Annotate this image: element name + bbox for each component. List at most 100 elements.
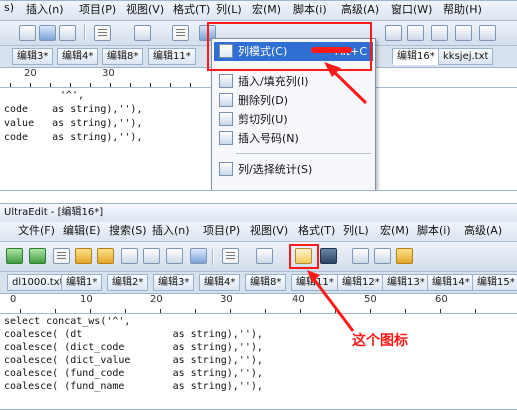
menu-item-project[interactable]: 项目(P) bbox=[77, 1, 118, 17]
tab-edit8[interactable]: 编辑8* bbox=[245, 274, 287, 291]
ruler-tick bbox=[110, 83, 111, 87]
clipboard-icon[interactable] bbox=[396, 248, 413, 264]
menu-item-edit[interactable]: 编辑(E) bbox=[61, 222, 103, 238]
ruler-tick bbox=[300, 309, 301, 313]
forward-icon[interactable] bbox=[29, 248, 46, 264]
document-icon[interactable] bbox=[222, 248, 239, 264]
find-icon[interactable] bbox=[385, 25, 402, 41]
print-icon[interactable] bbox=[19, 25, 36, 41]
menu-item-insert[interactable]: 插入(n) bbox=[150, 222, 192, 238]
menu-item-view[interactable]: 视图(V) bbox=[248, 222, 290, 238]
menu-cut-column[interactable]: 剪切列(U) bbox=[214, 110, 373, 129]
copy-icon[interactable] bbox=[374, 248, 391, 264]
back-icon[interactable] bbox=[6, 248, 23, 264]
menu-item-macro[interactable]: 宏(M) bbox=[250, 1, 283, 17]
tab-edit3[interactable]: 编辑3* bbox=[12, 48, 54, 65]
column-icon-highlight bbox=[289, 244, 319, 269]
tab-dl1000[interactable]: dl1000.txt bbox=[7, 274, 69, 291]
ruler-tick bbox=[20, 309, 21, 313]
column-mode-icon[interactable] bbox=[172, 25, 189, 41]
tab-edit11[interactable]: 编辑11* bbox=[148, 48, 196, 65]
open-file-icon[interactable] bbox=[97, 248, 114, 264]
insert-column-icon bbox=[219, 74, 233, 88]
tab-edit16[interactable]: 编辑16* bbox=[392, 48, 440, 65]
tab-edit12[interactable]: 编辑12* bbox=[337, 274, 385, 291]
tab-edit2[interactable]: 编辑2* bbox=[107, 274, 149, 291]
window-icon[interactable] bbox=[479, 25, 496, 41]
bottom-code-area[interactable]: select concat_ws('^', coalesce( (dt as s… bbox=[0, 314, 517, 409]
ruler-tick bbox=[90, 309, 91, 313]
bottom-screenshot-panel: UltraEdit - [编辑16*] 文件(F) 编辑(E) 搜索(S) 插入… bbox=[0, 203, 517, 410]
menu-item-format[interactable]: 格式(T) bbox=[171, 1, 212, 17]
open-folder-icon[interactable] bbox=[75, 248, 92, 264]
printer-setup-icon[interactable] bbox=[190, 248, 207, 264]
bottom-toolbar: return_item bbox=[0, 242, 517, 304]
code-line: coalesce( (fund_code as string),''), bbox=[4, 368, 263, 379]
menu-item-column[interactable]: 列(L) bbox=[341, 222, 371, 238]
menu-item-window[interactable]: 窗口(W) bbox=[389, 1, 434, 17]
menu-item-script[interactable]: 脚本(i) bbox=[415, 222, 453, 238]
tab-edit15[interactable]: 编辑15* bbox=[472, 274, 517, 291]
insert-number-icon bbox=[219, 131, 233, 145]
menu-insert-fill-column[interactable]: 插入/填充列(I) bbox=[214, 72, 373, 91]
menu-item-column[interactable]: 列(L) bbox=[214, 1, 244, 17]
code-line: coalesce( (dict_value as string),''), bbox=[4, 355, 263, 366]
ruler-tick bbox=[195, 309, 196, 313]
menu-item-help[interactable]: 帮助(H) bbox=[441, 1, 484, 17]
replace-icon[interactable] bbox=[407, 25, 424, 41]
find-next-icon[interactable] bbox=[431, 25, 448, 41]
ruler-label: 20 bbox=[24, 68, 37, 79]
menu-item-macro[interactable]: 宏(M) bbox=[378, 222, 411, 238]
menu-separator bbox=[236, 153, 371, 154]
menu-item-insert[interactable]: 插入(n) bbox=[24, 1, 66, 17]
menu-item-search[interactable]: 搜索(S) bbox=[107, 222, 149, 238]
cut-icon[interactable] bbox=[352, 248, 369, 264]
tab-kksjej[interactable]: kksjej.txt bbox=[438, 48, 494, 65]
menu-item-script[interactable]: 脚本(i) bbox=[291, 1, 329, 17]
tab-edit1[interactable]: 编辑1* bbox=[61, 274, 103, 291]
menu-item-advanced[interactable]: 高级(A) bbox=[339, 1, 381, 17]
menu-item-s[interactable]: s) bbox=[2, 1, 16, 14]
ruler-tick bbox=[190, 83, 191, 87]
menu-insert-number[interactable]: 插入号码(N) bbox=[214, 129, 373, 148]
ruler-label: 0 bbox=[10, 294, 17, 305]
find-prev-icon[interactable] bbox=[455, 25, 472, 41]
tab-edit8[interactable]: 编辑8* bbox=[102, 48, 144, 65]
menu-item-file[interactable]: 文件(F) bbox=[16, 222, 57, 238]
ruler-tick bbox=[170, 83, 171, 87]
paste-icon[interactable] bbox=[134, 25, 151, 41]
code-line: coalesce( (dict_code as string),''), bbox=[4, 342, 263, 353]
ruler-label: 20 bbox=[150, 294, 163, 305]
tab-edit13[interactable]: 编辑13* bbox=[382, 274, 430, 291]
menu-item-advanced[interactable]: 高级(A) bbox=[462, 222, 504, 238]
code-line: select concat_ws('^', bbox=[4, 316, 131, 327]
code-line: coalesce( (fund_name as string),''), bbox=[4, 381, 263, 392]
print-icon[interactable] bbox=[143, 248, 160, 264]
menu-delete-column[interactable]: 删除列(D) bbox=[214, 91, 373, 110]
save-icon[interactable] bbox=[121, 248, 138, 264]
menu-item-format[interactable]: 格式(T) bbox=[296, 222, 337, 238]
menu-partial-item: ... bbox=[214, 179, 373, 190]
tab-edit11[interactable]: 编辑11* bbox=[291, 274, 339, 291]
ruler-label: 30 bbox=[102, 68, 115, 79]
document-icon[interactable] bbox=[94, 25, 111, 41]
tab-edit14[interactable]: 编辑14* bbox=[427, 274, 475, 291]
tab-edit3[interactable]: 编辑3* bbox=[153, 274, 195, 291]
delete-column-icon bbox=[219, 93, 233, 107]
print-preview-icon[interactable] bbox=[166, 248, 183, 264]
tab-edit4[interactable]: 编辑4* bbox=[199, 274, 241, 291]
menu-item-view[interactable]: 视图(V) bbox=[124, 1, 166, 17]
paste-icon[interactable] bbox=[256, 248, 273, 264]
tab-edit4[interactable]: 编辑4* bbox=[57, 48, 99, 65]
preview-icon[interactable] bbox=[39, 25, 56, 41]
window-title: UltraEdit - [编辑16*] bbox=[0, 204, 517, 222]
menu-item-project[interactable]: 项目(P) bbox=[201, 222, 242, 238]
code-line: value as string),''), bbox=[4, 118, 143, 129]
globe-icon[interactable] bbox=[320, 248, 337, 264]
menu-column-stats[interactable]: 列/选择统计(S) bbox=[214, 160, 373, 179]
code-line: '^', bbox=[60, 90, 85, 101]
ruler-tick bbox=[370, 309, 371, 313]
code-line: code as string),''), bbox=[4, 132, 143, 143]
printer-setup-icon[interactable] bbox=[59, 25, 76, 41]
new-file-icon[interactable] bbox=[53, 248, 70, 264]
